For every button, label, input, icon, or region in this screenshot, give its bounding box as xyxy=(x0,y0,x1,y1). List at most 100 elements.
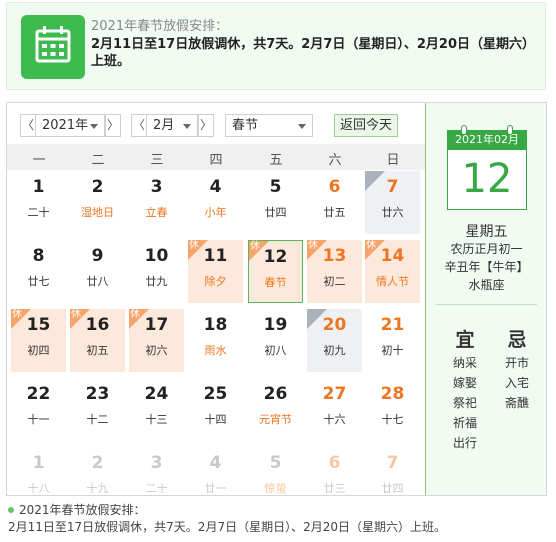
next-year-button[interactable]: 〉 xyxy=(105,114,121,137)
day-cell[interactable]: 7 廿四 xyxy=(365,447,420,510)
year-value: 2021年 xyxy=(42,118,89,133)
ring-icon xyxy=(507,125,513,135)
day-cell[interactable]: 3 立春 xyxy=(129,171,184,234)
yi-item: 出行 xyxy=(452,436,477,450)
day-number: 27 xyxy=(322,384,347,404)
day-number: 6 xyxy=(328,453,341,473)
yi-item: 嫁娶 xyxy=(452,376,477,390)
day-cell[interactable]: 28 十七 xyxy=(365,378,420,441)
ji-item: 开市 xyxy=(504,356,529,370)
lunar-label: 初四 xyxy=(27,344,50,357)
lunar-label: 十二 xyxy=(86,413,109,426)
day-number: 1 xyxy=(32,177,45,197)
lunar-label: 初六 xyxy=(145,344,168,357)
lunar-label: 廿九 xyxy=(145,275,168,288)
prev-month-button[interactable]: 〈 xyxy=(131,114,147,137)
day-cell[interactable]: 1 二十 xyxy=(11,171,66,234)
calendar-main: 〈 2021年 〉 〈 2月 〉 春节 返回今天 一 二 三 四 五 六 日 1 二十 2 湿地日… xyxy=(7,103,425,495)
calendar-widget: 〈 2021年 〉 〈 2月 〉 春节 返回今天 一 二 三 四 五 六 日 1 二十 2 湿地日… xyxy=(6,102,547,496)
day-cell[interactable]: 20 初九 xyxy=(307,309,362,372)
day-number: 12 xyxy=(263,247,288,267)
day-cell[interactable]: 22 十一 xyxy=(11,378,66,441)
ganzhi-year: 辛丑年【牛年】 xyxy=(444,260,529,274)
day-cell[interactable]: 3 二十 xyxy=(129,447,184,510)
day-number: 7 xyxy=(386,177,399,197)
day-number: 25 xyxy=(203,384,228,404)
day-number: 11 xyxy=(203,246,228,266)
day-cell[interactable]: 6 廿五 xyxy=(307,171,362,234)
day-cell[interactable]: 休 13 初二 xyxy=(307,240,362,303)
big-date-month: 2021年02月 xyxy=(447,130,527,150)
day-number: 8 xyxy=(32,246,45,266)
day-cell[interactable]: 21 初十 xyxy=(365,309,420,372)
yi-list: 纳采 嫁娶 祭祀 祈福 出行 xyxy=(445,353,485,453)
day-cell[interactable]: 27 十六 xyxy=(307,378,362,441)
day-cell[interactable]: 2 湿地日 xyxy=(70,171,125,234)
lunar-label: 二十 xyxy=(27,206,50,219)
lunar-label: 廿七 xyxy=(27,275,50,288)
lunar-label: 廿八 xyxy=(86,275,109,288)
day-number: 14 xyxy=(380,246,405,266)
day-cell[interactable]: 10 廿九 xyxy=(129,240,184,303)
lunar-label: 雨水 xyxy=(204,344,227,357)
day-cell[interactable]: 19 初八 xyxy=(248,309,303,372)
day-cell[interactable]: 休 11 除夕 xyxy=(188,240,243,303)
day-number: 21 xyxy=(380,315,405,335)
day-cell[interactable]: 休 15 初四 xyxy=(11,309,66,372)
lunar-label: 二十 xyxy=(145,482,168,495)
day-cell[interactable]: 18 雨水 xyxy=(188,309,243,372)
day-cell[interactable]: 1 十八 xyxy=(11,447,66,510)
day-number: 15 xyxy=(26,315,51,335)
chevron-down-icon xyxy=(90,124,98,129)
day-cell[interactable]: 23 十二 xyxy=(70,378,125,441)
day-cell[interactable]: 25 十四 xyxy=(188,378,243,441)
day-cell[interactable]: 休 12 春节 xyxy=(248,240,303,303)
chevron-down-icon xyxy=(298,124,306,129)
day-cell[interactable]: 4 廿一 xyxy=(188,447,243,510)
day-cell[interactable]: 5 惊蛰 xyxy=(248,447,303,510)
day-cell[interactable]: 2 十九 xyxy=(70,447,125,510)
weekday-label: 三 xyxy=(150,153,164,168)
weekday-label: 四 xyxy=(209,153,223,168)
day-number: 16 xyxy=(85,315,110,335)
lunar-label: 初九 xyxy=(323,344,346,357)
lunar-label: 廿一 xyxy=(204,482,227,495)
day-cell[interactable]: 5 廿四 xyxy=(248,171,303,234)
next-month-button[interactable]: 〉 xyxy=(198,114,214,137)
festival-select[interactable]: 春节 xyxy=(225,114,313,137)
back-to-today-button[interactable]: 返回今天 xyxy=(334,114,398,137)
lunar-label: 除夕 xyxy=(204,275,227,288)
day-number: 17 xyxy=(144,315,169,335)
year-select[interactable]: 2021年 xyxy=(35,114,105,137)
month-select[interactable]: 2月 xyxy=(146,114,198,137)
day-cell[interactable]: 休 16 初五 xyxy=(70,309,125,372)
lunar-label: 惊蛰 xyxy=(264,482,287,495)
weekday-header: 一二三四五六日 xyxy=(7,144,425,170)
lunar-label: 情人节 xyxy=(376,275,409,288)
weekday-label: 二 xyxy=(91,153,105,168)
day-cell[interactable]: 8 廿七 xyxy=(11,240,66,303)
day-number: 4 xyxy=(209,177,222,197)
footer-body: 2月11日至17日放假调休，共7天。2月7日（星期日）、2月20日（星期六）上班… xyxy=(8,520,446,534)
day-number: 4 xyxy=(209,453,222,473)
big-date-card: 2021年02月 12 xyxy=(447,125,527,213)
day-cell[interactable]: 9 廿八 xyxy=(70,240,125,303)
day-number: 24 xyxy=(144,384,169,404)
lunar-label: 十七 xyxy=(381,413,404,426)
zodiac-sign: 水瓶座 xyxy=(468,278,505,292)
weekday-label: 六 xyxy=(328,153,342,168)
day-cell[interactable]: 休 17 初六 xyxy=(129,309,184,372)
day-cell[interactable]: 4 小年 xyxy=(188,171,243,234)
holiday-notice: 2021年春节放假安排： 2月11日至17日放假调休，共7天。2月7日（星期日）… xyxy=(6,2,546,90)
day-cell[interactable]: 7 廿六 xyxy=(365,171,420,234)
lunar-label: 初八 xyxy=(264,344,287,357)
yi-item: 祈福 xyxy=(452,416,477,430)
day-number: 19 xyxy=(263,315,288,335)
prev-year-button[interactable]: 〈 xyxy=(20,114,36,137)
weekday-label: 五 xyxy=(269,153,283,168)
lunar-label: 初十 xyxy=(381,344,404,357)
day-cell[interactable]: 24 十三 xyxy=(129,378,184,441)
day-cell[interactable]: 休 14 情人节 xyxy=(365,240,420,303)
day-cell[interactable]: 6 廿三 xyxy=(307,447,362,510)
day-cell[interactable]: 26 元宵节 xyxy=(248,378,303,441)
